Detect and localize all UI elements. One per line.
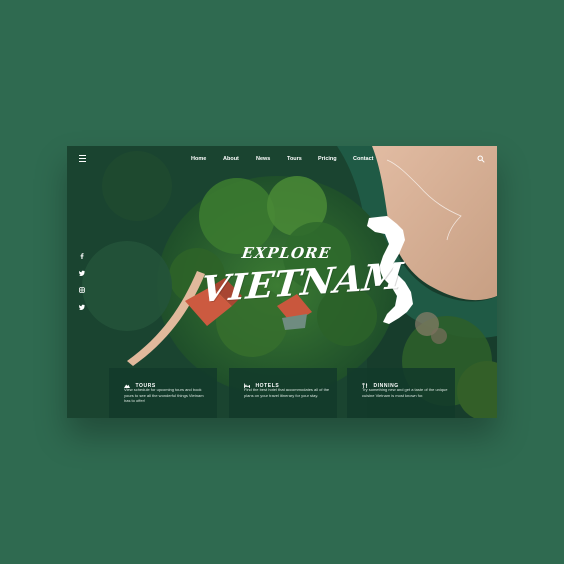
top-navigation: Home About News Tours Pricing Contact bbox=[67, 146, 497, 172]
card-header: DINNING bbox=[362, 377, 399, 389]
card-description: Find the best hotel that accommodates al… bbox=[244, 387, 330, 398]
dinning-card[interactable]: DINNING Try something new and get a tast… bbox=[347, 368, 455, 418]
hero-heading: EXPLORE VIETNAM bbox=[192, 238, 405, 328]
card-header: HOTELS bbox=[244, 377, 279, 389]
hotels-card[interactable]: HOTELS Find the best hotel that accommod… bbox=[229, 368, 337, 418]
card-description: Try something new and get a taste of the… bbox=[362, 387, 448, 398]
tours-card[interactable]: TOURS View schedule for upcoming tours a… bbox=[109, 368, 217, 418]
nav-links: Home About News Tours Pricing Contact bbox=[67, 156, 497, 166]
nav-tours[interactable]: Tours bbox=[287, 156, 302, 162]
nav-about[interactable]: About bbox=[223, 156, 239, 162]
card-description: View schedule for upcoming tours and boo… bbox=[124, 387, 204, 404]
website-card: Home About News Tours Pricing Contact EX… bbox=[67, 146, 497, 418]
facebook-icon[interactable] bbox=[79, 253, 85, 259]
nav-pricing[interactable]: Pricing bbox=[318, 156, 337, 162]
nav-contact[interactable]: Contact bbox=[353, 156, 373, 162]
nav-home[interactable]: Home bbox=[191, 156, 206, 162]
instagram-icon[interactable] bbox=[79, 287, 85, 293]
twitter-icon[interactable] bbox=[79, 270, 85, 276]
twitter-icon[interactable] bbox=[79, 304, 85, 310]
hero-subtitle: EXPLORE bbox=[240, 244, 333, 262]
nav-news[interactable]: News bbox=[256, 156, 270, 162]
card-header: TOURS bbox=[124, 377, 156, 389]
search-icon[interactable] bbox=[477, 155, 485, 163]
